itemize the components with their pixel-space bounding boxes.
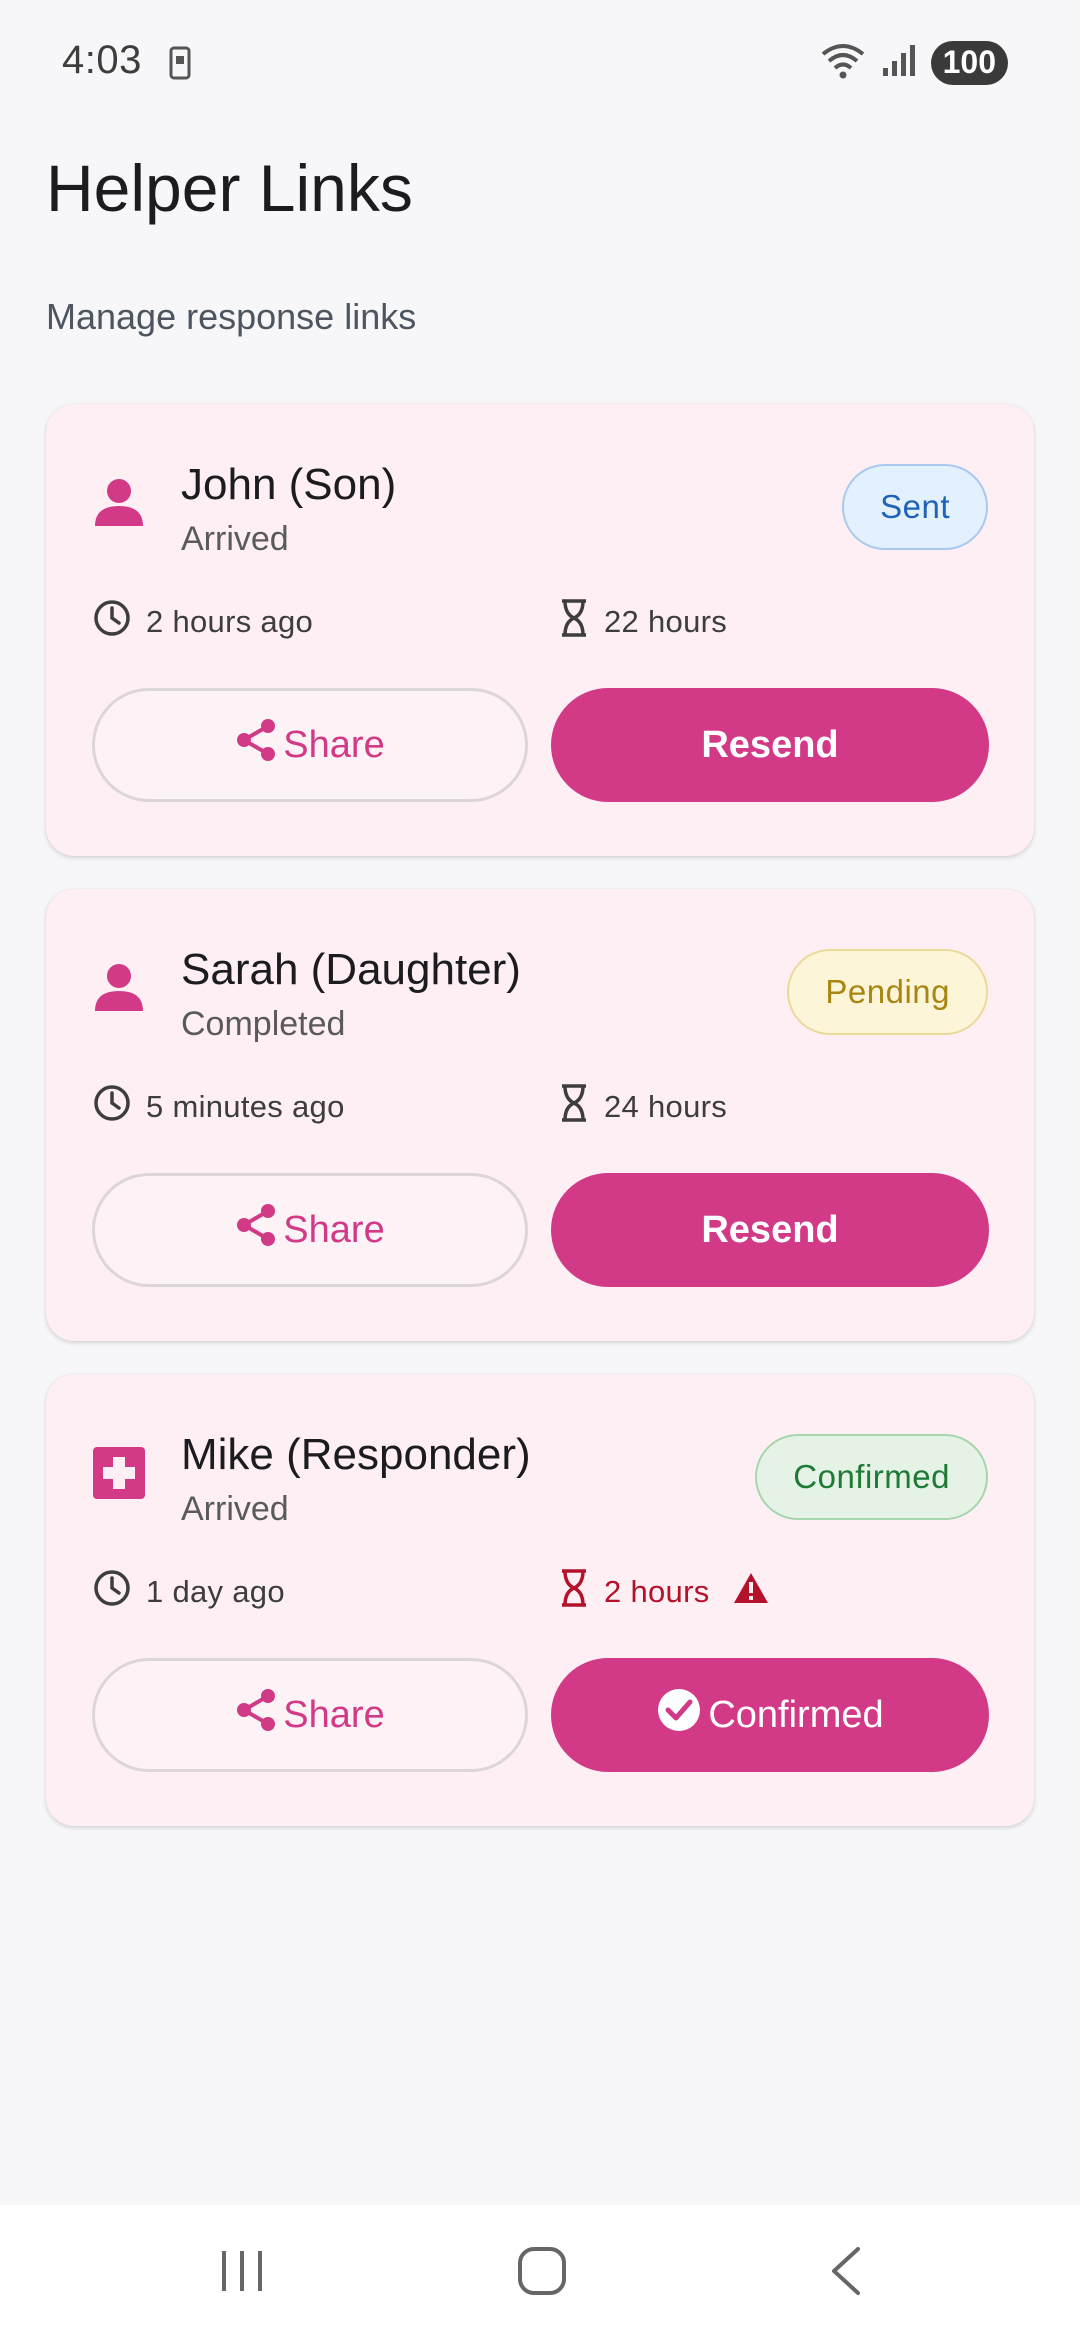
back-icon[interactable] xyxy=(826,2245,866,2302)
medical-cross-icon xyxy=(92,1446,146,1500)
resend-label: Resend xyxy=(701,1208,839,1251)
helper-status: Completed xyxy=(181,1005,346,1043)
status-badge: Confirmed xyxy=(755,1434,988,1520)
time-ago: 2 hours ago xyxy=(92,598,313,646)
home-icon[interactable] xyxy=(516,2245,568,2302)
share-button[interactable]: Share xyxy=(92,1173,528,1287)
wifi-icon xyxy=(819,40,867,85)
status-bar: 4:03 100 xyxy=(0,0,1080,130)
share-button[interactable]: Share xyxy=(92,688,528,802)
time-ago: 5 minutes ago xyxy=(92,1083,345,1131)
resend-button[interactable]: Resend xyxy=(551,688,989,802)
clock-icon xyxy=(92,598,132,646)
time-remaining: 24 hours xyxy=(558,1083,727,1131)
time-remaining-text: 24 hours xyxy=(604,1089,728,1124)
helper-status: Arrived xyxy=(181,1490,289,1528)
helper-card: Mike (Responder) Arrived Confirmed 1 day… xyxy=(46,1374,1034,1826)
confirmed-label: Confirmed xyxy=(708,1693,884,1736)
recent-apps-icon[interactable] xyxy=(218,2245,266,2302)
battery-indicator: 100 xyxy=(930,40,1008,85)
clock-icon xyxy=(92,1568,132,1616)
share-label: Share xyxy=(283,723,385,766)
system-nav-bar xyxy=(0,2205,1080,2340)
person-icon xyxy=(92,476,146,530)
hourglass-icon xyxy=(558,598,590,646)
time-ago: 1 day ago xyxy=(92,1568,285,1616)
status-time: 4:03 xyxy=(62,38,142,82)
person-icon xyxy=(92,961,146,1015)
share-icon xyxy=(235,718,277,772)
status-indicators: 100 xyxy=(819,40,1008,85)
time-remaining-text: 22 hours xyxy=(604,604,728,639)
clock-icon xyxy=(92,1083,132,1131)
share-button[interactable]: Share xyxy=(92,1658,528,1772)
helper-card: John (Son) Arrived Sent 2 hours ago 22 h… xyxy=(46,404,1034,856)
confirmed-button[interactable]: Confirmed xyxy=(551,1658,989,1772)
helper-status: Arrived xyxy=(181,520,289,558)
share-icon xyxy=(235,1688,277,1742)
status-badge: Pending xyxy=(787,949,988,1035)
warning-icon xyxy=(732,1571,770,1613)
resend-label: Resend xyxy=(701,723,839,766)
check-circle-icon xyxy=(656,1687,702,1743)
cell-signal-icon xyxy=(881,42,917,83)
hourglass-icon xyxy=(558,1083,590,1131)
status-badge: Sent xyxy=(842,464,988,550)
page-title: Helper Links xyxy=(46,151,413,225)
share-icon xyxy=(235,1203,277,1257)
time-remaining: 2 hours xyxy=(558,1568,770,1616)
helper-name: Sarah (Daughter) xyxy=(181,945,521,994)
helper-name: John (Son) xyxy=(181,460,397,509)
share-label: Share xyxy=(283,1693,385,1736)
time-ago-text: 5 minutes ago xyxy=(146,1089,345,1124)
time-ago-text: 2 hours ago xyxy=(146,604,314,639)
page-subtitle: Manage response links xyxy=(46,296,417,337)
share-label: Share xyxy=(283,1208,385,1251)
time-ago-text: 1 day ago xyxy=(146,1574,285,1609)
phone-notification-icon xyxy=(168,46,192,85)
hourglass-icon xyxy=(558,1568,590,1616)
time-remaining-text: 2 hours xyxy=(604,1574,710,1609)
helper-name: Mike (Responder) xyxy=(181,1430,531,1479)
time-remaining: 22 hours xyxy=(558,598,727,646)
resend-button[interactable]: Resend xyxy=(551,1173,989,1287)
helper-card: Sarah (Daughter) Completed Pending 5 min… xyxy=(46,889,1034,1341)
